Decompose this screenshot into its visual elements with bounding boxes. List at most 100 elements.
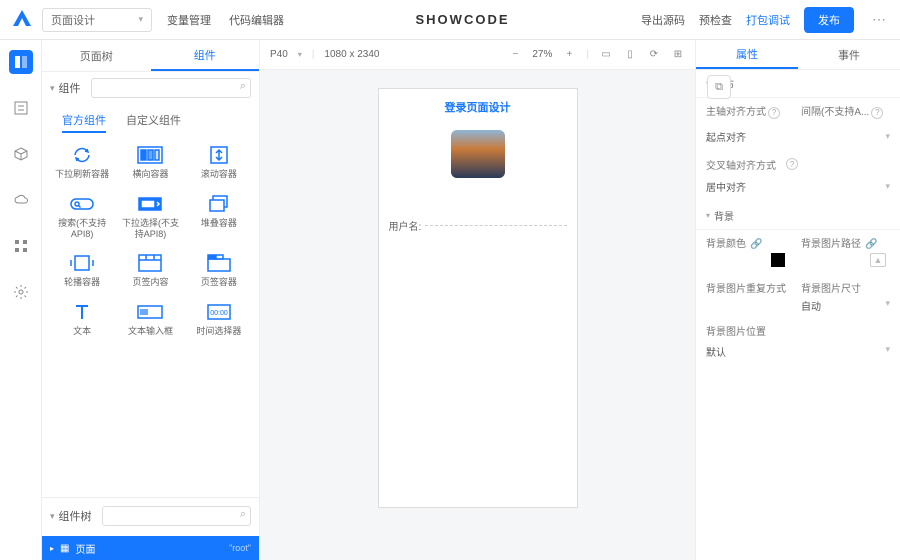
time-icon: 00:00 bbox=[205, 302, 233, 322]
username-input-placeholder[interactable] bbox=[425, 225, 566, 226]
device-name[interactable]: P40 bbox=[270, 49, 288, 60]
component-label: 页签内容 bbox=[132, 277, 168, 288]
label-bg-position: 背景图片位置 bbox=[706, 323, 766, 338]
chevron-down-icon: ▾ bbox=[885, 344, 890, 359]
tabs-icon bbox=[205, 253, 233, 273]
help-icon[interactable]: ? bbox=[768, 107, 780, 119]
text-icon bbox=[68, 302, 96, 322]
device-frame[interactable]: 登录页面设计 用户名: bbox=[378, 88, 578, 508]
value-cross-axis[interactable]: 居中对齐 bbox=[706, 179, 746, 194]
component-item[interactable]: 文本输入框 bbox=[118, 298, 182, 341]
label-main-axis: 主轴对齐方式 bbox=[706, 107, 766, 118]
collapse-icon[interactable]: ▾ bbox=[50, 83, 55, 94]
menu-variables[interactable]: 变量管理 bbox=[167, 12, 211, 28]
component-item[interactable]: 下拉选择(不支持API8) bbox=[118, 190, 182, 244]
preview-title: 登录页面设计 bbox=[389, 99, 567, 115]
component-label: 页签容器 bbox=[201, 277, 237, 288]
collapse-icon[interactable]: ▾ bbox=[50, 511, 55, 522]
rail-gear-icon[interactable] bbox=[9, 280, 33, 304]
rail-cloud-icon[interactable] bbox=[9, 188, 33, 212]
component-label: 文本 bbox=[73, 326, 91, 337]
menu-code-editor[interactable]: 代码编辑器 bbox=[229, 12, 284, 28]
zoom-value: 27% bbox=[532, 49, 552, 60]
section-title-components: 组件 bbox=[59, 80, 81, 96]
chevron-down-icon: ▾ bbox=[885, 298, 890, 313]
search-icon bbox=[68, 194, 96, 214]
label-bg-color: 背景颜色 bbox=[706, 239, 746, 250]
component-item[interactable]: 轮播容器 bbox=[50, 249, 114, 292]
value-main-axis[interactable]: 起点对齐 bbox=[706, 129, 746, 144]
component-search-input[interactable] bbox=[91, 78, 251, 98]
section-background-title: 背景 bbox=[714, 208, 734, 223]
chevron-down-icon: ▾ bbox=[885, 181, 890, 192]
tree-expand-icon[interactable]: ▸ bbox=[50, 544, 54, 553]
tab-events[interactable]: 事件 bbox=[798, 40, 900, 69]
bg-color-swatch[interactable] bbox=[771, 253, 785, 267]
brand-title: SHOWCODE bbox=[284, 12, 641, 27]
refresh-icon bbox=[68, 145, 96, 165]
link-export[interactable]: 导出源码 bbox=[641, 12, 685, 28]
rail-grid-icon[interactable] bbox=[9, 234, 33, 258]
publish-button[interactable]: 发布 bbox=[804, 7, 854, 33]
component-item[interactable]: 下拉刷新容器 bbox=[50, 141, 114, 184]
zoom-out-icon[interactable]: − bbox=[508, 48, 522, 62]
preview-image[interactable] bbox=[451, 130, 505, 178]
label-cross-axis: 交叉轴对齐方式 bbox=[706, 161, 776, 172]
tree-root-row[interactable]: ▸ ▦ 页面 "root" bbox=[42, 536, 259, 560]
component-label: 时间选择器 bbox=[196, 326, 241, 337]
collapse-icon[interactable]: ▾ bbox=[706, 211, 710, 220]
component-item[interactable]: 页签内容 bbox=[118, 249, 182, 292]
image-picker-icon[interactable]: ▲ bbox=[870, 253, 886, 267]
rail-form-icon[interactable] bbox=[9, 96, 33, 120]
component-item[interactable]: 文本 bbox=[50, 298, 114, 341]
chevron-down-icon: ▾ bbox=[885, 131, 890, 142]
rail-panel-icon[interactable] bbox=[9, 50, 33, 74]
input-icon bbox=[136, 302, 164, 322]
component-label: 下拉选择(不支持API8) bbox=[118, 218, 182, 240]
rotate-icon[interactable]: ⟳ bbox=[647, 48, 661, 62]
select-icon bbox=[136, 194, 164, 214]
left-rail bbox=[0, 40, 42, 560]
field-label-username: 用户名: bbox=[389, 218, 422, 233]
device-icon[interactable]: ▯ bbox=[623, 48, 637, 62]
page-node-icon: ▦ bbox=[60, 543, 69, 554]
tab-page-tree[interactable]: 页面树 bbox=[42, 40, 151, 71]
grid-toggle-icon[interactable]: ⊞ bbox=[671, 48, 685, 62]
link-package-debug[interactable]: 打包调试 bbox=[746, 12, 790, 28]
tab-properties[interactable]: 属性 bbox=[696, 40, 798, 69]
zoom-in-icon[interactable]: + bbox=[562, 48, 576, 62]
stack-icon bbox=[205, 194, 233, 214]
component-item[interactable]: 横向容器 bbox=[118, 141, 182, 184]
component-item[interactable]: 堆叠容器 bbox=[187, 190, 251, 244]
component-label: 轮播容器 bbox=[64, 277, 100, 288]
tree-root-id: "root" bbox=[229, 543, 251, 553]
component-label: 下拉刷新容器 bbox=[55, 169, 109, 180]
chevron-down-icon: ▾ bbox=[138, 14, 143, 25]
subtab-custom[interactable]: 自定义组件 bbox=[126, 112, 181, 133]
subtab-official[interactable]: 官方组件 bbox=[62, 112, 106, 133]
value-bg-size[interactable]: 自动 bbox=[801, 298, 821, 313]
link-precheck[interactable]: 预检查 bbox=[699, 12, 732, 28]
tree-search-input[interactable] bbox=[102, 506, 251, 526]
link-icon[interactable]: 🔗 bbox=[865, 239, 877, 250]
help-icon[interactable]: ? bbox=[871, 107, 883, 119]
help-icon[interactable]: ? bbox=[786, 158, 798, 170]
page-select-dropdown[interactable]: 页面设计 ▾ bbox=[42, 8, 152, 32]
orientation-icon[interactable]: ▭ bbox=[599, 48, 613, 62]
rail-box-icon[interactable] bbox=[9, 142, 33, 166]
page-select-label: 页面设计 bbox=[51, 12, 95, 28]
component-label: 搜索(不支持API8) bbox=[50, 218, 114, 240]
tab-components[interactable]: 组件 bbox=[151, 40, 260, 71]
value-bg-position[interactable]: 默认 bbox=[706, 344, 726, 359]
component-item[interactable]: 页签容器 bbox=[187, 249, 251, 292]
component-item[interactable]: 搜索(不支持API8) bbox=[50, 190, 114, 244]
component-item[interactable]: 00:00 时间选择器 bbox=[187, 298, 251, 341]
label-bg-image-path: 背景图片路径 bbox=[801, 239, 861, 250]
tabcontent-icon bbox=[136, 253, 164, 273]
scroll-icon bbox=[205, 145, 233, 165]
link-icon[interactable]: 🔗 bbox=[750, 239, 762, 250]
component-item[interactable]: 滚动容器 bbox=[187, 141, 251, 184]
carousel-icon bbox=[68, 253, 96, 273]
copy-icon[interactable]: ⧉ bbox=[707, 75, 731, 99]
more-icon[interactable]: ⋯ bbox=[868, 11, 890, 28]
